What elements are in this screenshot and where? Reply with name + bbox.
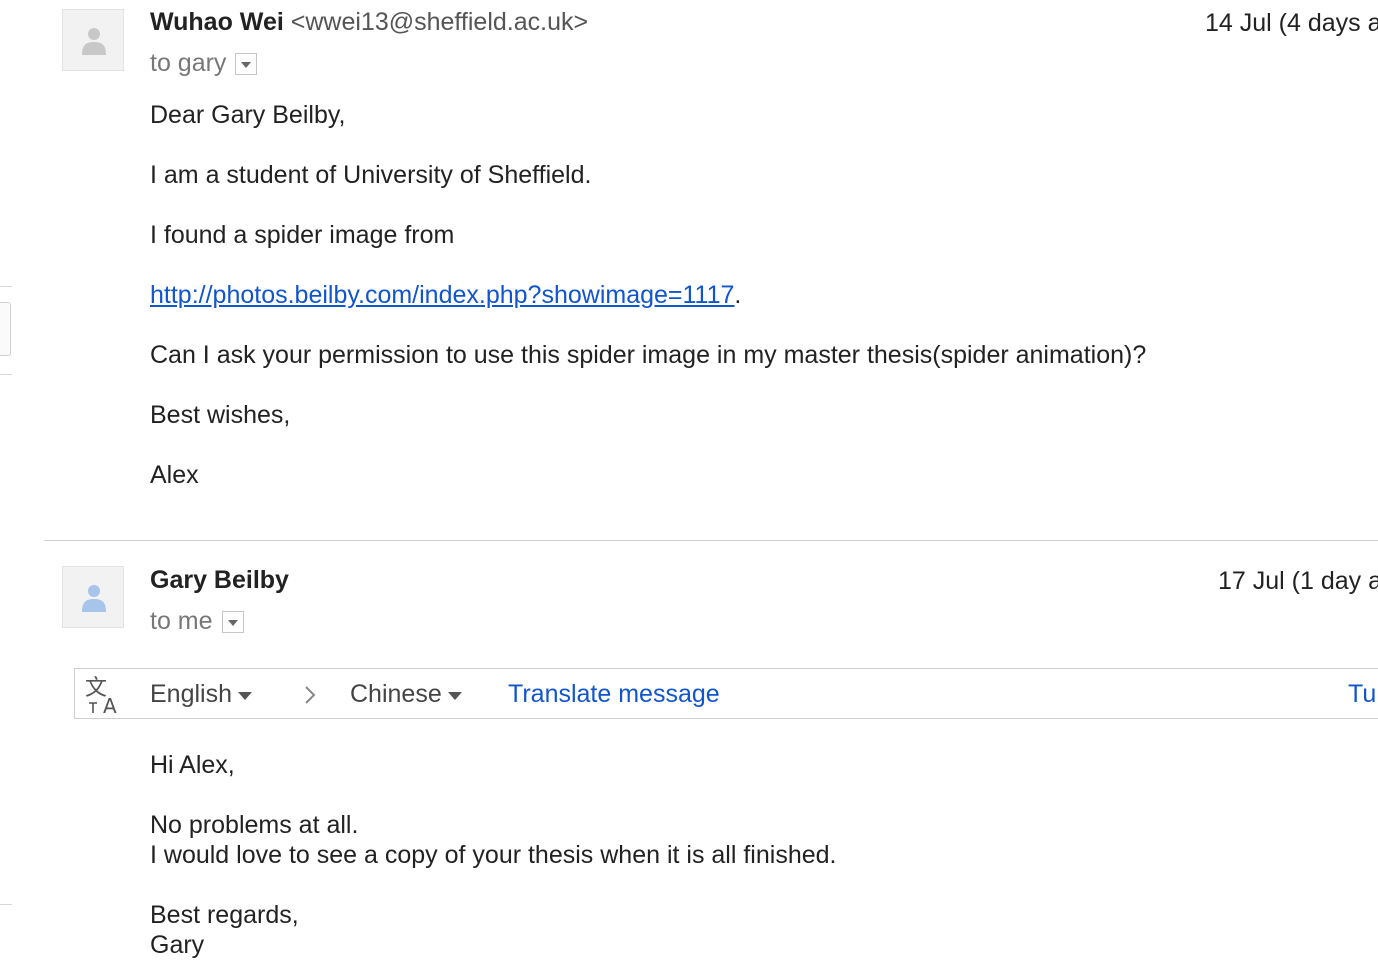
body-closing: Best wishes, <box>150 401 291 429</box>
recipient-line: to gary <box>150 49 258 78</box>
translate-message-link[interactable]: Translate message <box>508 680 720 709</box>
translate-icon: 文 A <box>85 676 117 715</box>
sender-name[interactable]: Gary Beilby <box>150 566 289 594</box>
target-language-label: Chinese <box>350 680 442 708</box>
recipient-label: to gary <box>150 49 227 77</box>
recipient-details-dropdown[interactable] <box>235 52 258 75</box>
sender-avatar[interactable] <box>62 566 124 628</box>
body-closing: Best regards, <box>150 901 299 929</box>
gutter-tab[interactable] <box>0 302 11 356</box>
body-greeting: Dear Gary Beilby, <box>150 101 346 129</box>
target-language-select[interactable]: Chinese <box>350 680 462 709</box>
recipient-line: to me <box>150 607 244 636</box>
body-line: I found a spider image from <box>150 221 455 249</box>
body-line: Can I ask your permission to use this sp… <box>150 341 1147 369</box>
gutter-divider <box>0 374 12 375</box>
body-signature: Gary <box>150 931 205 959</box>
recipient-label: to me <box>150 607 213 635</box>
person-icon <box>82 585 106 612</box>
sender-name[interactable]: Wuhao Wei <box>150 8 284 36</box>
link-suffix: . <box>734 281 742 309</box>
person-icon <box>82 28 106 55</box>
gutter-divider <box>0 286 12 287</box>
message-header-sender[interactable]: Wuhao Wei <wwei13@sheffield.ac.uk> <box>150 8 588 37</box>
caret-down-icon <box>447 691 462 700</box>
translate-bar: 文 A English Chinese Translate message Tu <box>74 668 1378 719</box>
recipient-details-dropdown[interactable] <box>221 610 244 633</box>
body-line: I am a student of University of Sheffiel… <box>150 161 592 189</box>
svg-text:A: A <box>103 694 117 715</box>
body-line: No problems at all. <box>150 811 359 839</box>
message-date[interactable]: 14 Jul (4 days a <box>1205 9 1378 38</box>
message-divider <box>44 540 1378 541</box>
source-language-select[interactable]: English <box>150 680 252 709</box>
body-greeting: Hi Alex, <box>150 751 235 779</box>
message-date[interactable]: 17 Jul (1 day a <box>1218 567 1378 596</box>
source-language-label: English <box>150 680 232 708</box>
turn-off-translate-link[interactable]: Tu <box>1348 680 1376 709</box>
body-link-line: http://photos.beilby.com/index.php?showi… <box>150 280 741 310</box>
chevron-right-icon <box>305 686 316 704</box>
sender-avatar[interactable] <box>62 9 124 71</box>
body-line: I would love to see a copy of your thesi… <box>150 841 837 869</box>
image-link[interactable]: http://photos.beilby.com/index.php?showi… <box>150 281 734 309</box>
message-header-sender[interactable]: Gary Beilby <box>150 566 289 595</box>
body-signature: Alex <box>150 461 199 489</box>
sender-email: <wwei13@sheffield.ac.uk> <box>290 8 589 36</box>
gutter-divider <box>0 904 12 905</box>
email-thread: Wuhao Wei <wwei13@sheffield.ac.uk> 14 Ju… <box>0 0 1378 968</box>
caret-down-icon <box>238 691 252 700</box>
